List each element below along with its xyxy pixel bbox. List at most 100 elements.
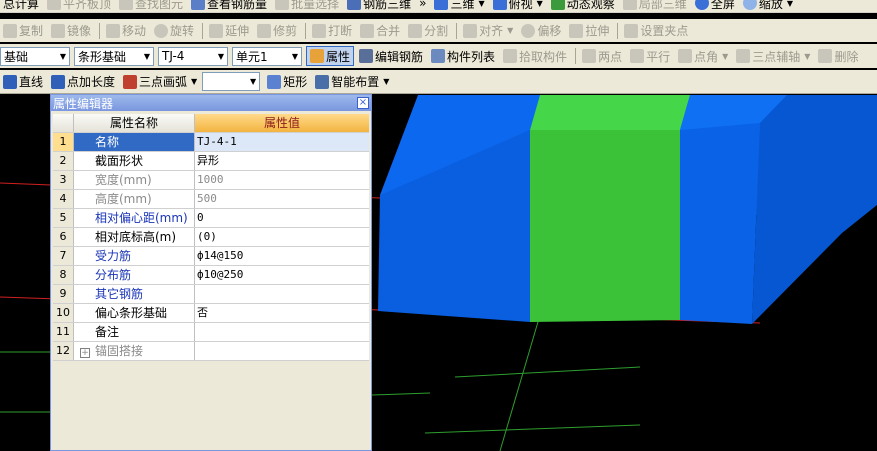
row-number: 11 — [53, 323, 74, 341]
offset-button[interactable]: 偏移 — [518, 21, 564, 41]
column-header-value[interactable]: 属性值 — [195, 114, 369, 132]
copy-button[interactable]: 复制 — [0, 21, 46, 41]
property-value[interactable] — [195, 323, 369, 341]
rebar-3d-button[interactable]: 钢筋三维 — [344, 0, 414, 12]
break-icon — [312, 23, 327, 38]
category-combo[interactable]: 基础 ▼ — [0, 46, 70, 66]
rectangle-button[interactable]: 矩形 — [264, 72, 310, 92]
property-row-height[interactable]: 4 高度(mm) 500 — [53, 190, 369, 209]
property-value[interactable]: (0) — [195, 228, 369, 246]
parallel-button[interactable]: 平行 — [627, 46, 673, 66]
property-row-anchorage[interactable]: 12 + 锚固搭接 — [53, 342, 369, 361]
smart-layout-button[interactable]: 智能布置 ▼ — [312, 72, 392, 92]
three-point-arc-button[interactable]: 三点画弧 ▼ — [120, 72, 200, 92]
component-list-button[interactable]: 构件列表 — [428, 46, 498, 66]
pick-component-button[interactable]: 拾取构件 — [500, 46, 570, 66]
toolbar-separator — [202, 22, 204, 39]
property-icon — [310, 49, 324, 63]
point-length-button[interactable]: 点加长度 — [48, 72, 118, 92]
set-grip-button[interactable]: 设置夹点 — [621, 21, 691, 41]
rotate-icon — [154, 23, 169, 38]
two-point-button[interactable]: 两点 — [579, 46, 625, 66]
split-button[interactable]: 分割 — [405, 21, 451, 41]
move-button[interactable]: 移动 — [103, 21, 149, 41]
toolbar-overflow-button[interactable]: » — [416, 0, 429, 12]
property-name: 受力筋 — [74, 247, 195, 265]
fullscreen-icon — [694, 0, 709, 10]
trim-icon — [257, 23, 272, 38]
property-row-bottom-elevation[interactable]: 6 相对底标高(m) (0) — [53, 228, 369, 247]
line-button[interactable]: 直线 — [0, 72, 46, 92]
edit-rebar-button[interactable]: 编辑钢筋 — [356, 46, 426, 66]
align-top-icon — [47, 0, 62, 10]
smart-layout-icon — [315, 74, 330, 89]
unit-combo[interactable]: 单元1 ▼ — [232, 46, 302, 66]
total-calc-button[interactable]: 总计算 — [0, 0, 42, 12]
component-list-icon — [431, 49, 446, 63]
orbit-icon — [550, 0, 565, 10]
stretch-icon — [569, 23, 584, 38]
find-element-button[interactable]: 查找图元 — [116, 0, 186, 12]
align-button[interactable]: 对齐 ▼ — [460, 21, 516, 41]
three-point-axis-icon — [736, 49, 751, 63]
trim-button[interactable]: 修剪 — [254, 21, 300, 41]
parallel-icon — [630, 49, 645, 63]
extend-button[interactable]: 延伸 — [206, 21, 252, 41]
3d-view-button[interactable]: 三维 ▼ — [431, 0, 487, 12]
local-3d-button[interactable]: 局部三维 — [620, 0, 690, 12]
property-row-eccentricity[interactable]: 5 相对偏心距(mm) 0 — [53, 209, 369, 228]
view-rebar-button[interactable]: 查看钢筋量 — [188, 0, 270, 12]
batch-select-button[interactable]: 批量选择 — [272, 0, 342, 12]
property-value[interactable]: 0 — [195, 209, 369, 227]
mirror-button[interactable]: 镜像 — [48, 21, 94, 41]
expand-icon[interactable]: + — [80, 348, 90, 358]
toolbar-separator — [456, 22, 458, 39]
find-icon — [119, 0, 134, 10]
fullscreen-button[interactable]: 全屏 — [692, 0, 738, 12]
top-view-button[interactable]: 俯视 ▼ — [490, 0, 546, 12]
arc-mode-combo[interactable]: ▼ — [202, 72, 261, 91]
align-top-button[interactable]: 平齐板顶 — [44, 0, 114, 12]
property-row-main-rebar[interactable]: 7 受力筋 ф14@150 — [53, 247, 369, 266]
break-button[interactable]: 打断 — [309, 21, 355, 41]
property-value[interactable]: 异形 — [195, 152, 369, 170]
three-point-axis-button[interactable]: 三点辅轴 ▼ — [733, 46, 813, 66]
type-combo[interactable]: 条形基础 ▼ — [74, 46, 154, 66]
property-name: 其它钢筋 — [74, 285, 195, 303]
row-number: 1 — [53, 133, 74, 151]
row-number: 12 — [53, 342, 74, 360]
property-value[interactable]: ф10@250 — [195, 266, 369, 284]
orbit-button[interactable]: 动态观察 — [548, 0, 618, 12]
property-row-distribution-rebar[interactable]: 8 分布筋 ф10@250 — [53, 266, 369, 285]
toolbar-separator — [305, 22, 307, 39]
property-row-section-shape[interactable]: 2 截面形状 异形 — [53, 152, 369, 171]
property-value[interactable]: 否 — [195, 304, 369, 322]
property-value[interactable]: TJ-4-1 — [195, 133, 369, 151]
property-name-group: + 锚固搭接 — [74, 342, 195, 360]
property-row-other-rebar[interactable]: 9 其它钢筋 — [53, 285, 369, 304]
property-row-name[interactable]: 1 名称 TJ-4-1 — [53, 133, 369, 152]
delete-axis-button[interactable]: 删除 — [815, 46, 861, 66]
stretch-button[interactable]: 拉伸 — [566, 21, 612, 41]
chevron-down-icon: ▼ — [191, 77, 198, 86]
property-row-width[interactable]: 3 宽度(mm) 1000 — [53, 171, 369, 190]
zoom-button[interactable]: 缩放 ▼ — [740, 0, 796, 12]
property-name: 截面形状 — [74, 152, 195, 170]
merge-button[interactable]: 合并 — [357, 21, 403, 41]
property-editor-titlebar[interactable]: 属性编辑器 × — [51, 95, 371, 111]
close-button[interactable]: × — [357, 97, 369, 109]
rotate-button[interactable]: 旋转 — [151, 21, 197, 41]
property-button[interactable]: 属性 — [306, 46, 355, 66]
property-value[interactable]: ф14@150 — [195, 247, 369, 265]
chevron-down-icon: ▼ — [536, 0, 543, 8]
column-header-name[interactable]: 属性名称 — [74, 114, 195, 132]
property-row-eccentric-strip[interactable]: 10 偏心条形基础 否 — [53, 304, 369, 323]
point-angle-button[interactable]: 点角 ▼ — [675, 46, 731, 66]
row-number: 4 — [53, 190, 74, 208]
property-row-remark[interactable]: 11 备注 — [53, 323, 369, 342]
row-number: 5 — [53, 209, 74, 227]
property-value[interactable] — [195, 285, 369, 303]
block-side-face — [752, 95, 877, 324]
component-combo[interactable]: TJ-4 ▼ — [158, 46, 228, 66]
property-grid-header: 属性名称 属性值 — [53, 114, 369, 133]
